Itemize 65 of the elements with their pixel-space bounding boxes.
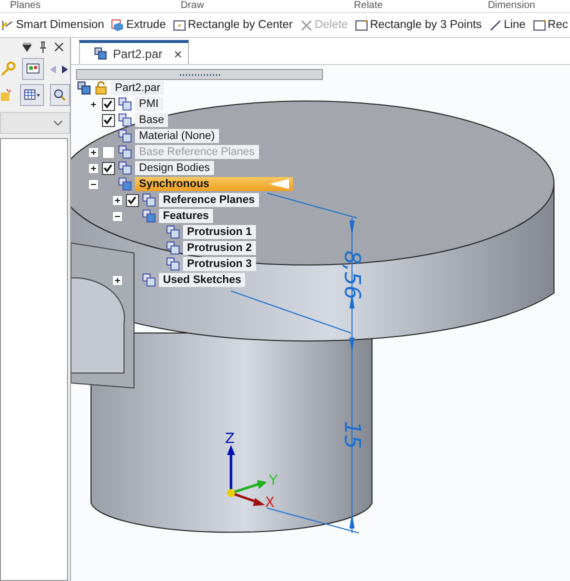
tree-item[interactable]: Synchronous — [135, 177, 293, 191]
tree-item[interactable]: Reference Planes — [159, 193, 259, 207]
expand-icon[interactable] — [88, 100, 98, 108]
document-tab[interactable]: Part2.par × — [79, 40, 189, 64]
node-icon — [142, 209, 156, 223]
node-icon — [166, 225, 180, 239]
axis-triad-icon — [227, 445, 267, 506]
chevron-icon — [53, 120, 63, 126]
checkbox[interactable] — [102, 162, 115, 174]
node-icon — [118, 177, 132, 191]
checkbox[interactable] — [102, 98, 115, 110]
ribbon-group-label: Dimension — [488, 0, 536, 12]
command-button[interactable]: Extrude — [110, 18, 167, 32]
node-icon — [118, 161, 132, 175]
node-icon — [118, 129, 132, 143]
tree-item[interactable]: Part2.par — [111, 81, 164, 95]
tab-title: Part2.par — [113, 46, 162, 60]
command-button[interactable]: Rectangle by 3 Points — [354, 18, 483, 32]
axis-label: X — [265, 495, 275, 511]
tree-item[interactable]: Base — [135, 113, 168, 127]
display-icon[interactable] — [22, 58, 44, 80]
rectangle-center-icon — [172, 18, 186, 32]
checkbox[interactable] — [102, 114, 115, 126]
rectangle-icon — [354, 18, 368, 32]
pointer-icon — [269, 179, 289, 189]
ribbon-group-label: Relate — [354, 0, 383, 12]
tree-item[interactable]: Used Sketches — [159, 273, 246, 287]
search-icon[interactable] — [50, 84, 70, 106]
grid-view-icon[interactable] — [20, 84, 44, 106]
part-icon — [77, 81, 91, 95]
tree-item[interactable]: Design Bodies — [135, 161, 214, 175]
dropdown-icon[interactable] — [22, 42, 32, 52]
node-icon — [166, 257, 180, 271]
node-icon — [142, 273, 156, 287]
tree-item[interactable]: Protrusion 3 — [183, 257, 256, 271]
node-icon — [118, 113, 132, 127]
axis-label: Z — [225, 431, 235, 447]
tree-item[interactable]: Features — [159, 209, 213, 223]
extrude-icon — [111, 18, 124, 32]
node-icon — [142, 193, 156, 207]
rectangle-icon — [532, 18, 546, 32]
delete-icon — [300, 18, 313, 32]
axis-label: Y — [269, 473, 278, 489]
checkbox[interactable] — [126, 194, 139, 206]
command-button[interactable]: Smart Dimension — [0, 18, 106, 32]
line-icon — [488, 18, 502, 32]
ribbon-group-label: Planes — [10, 0, 41, 12]
lock-icon — [94, 81, 108, 95]
command-button[interactable]: Rec — [532, 18, 570, 32]
command-button[interactable]: Line — [488, 18, 527, 32]
tree-item[interactable]: Protrusion 2 — [183, 241, 256, 255]
node-icon — [118, 145, 132, 159]
command-button[interactable]: Rectangle by Center — [172, 18, 294, 32]
scroll-right-icon[interactable] — [62, 64, 68, 74]
tree-item[interactable]: Protrusion 1 — [183, 225, 256, 239]
close-icon[interactable] — [54, 41, 64, 53]
dimension-icon — [1, 18, 14, 32]
part-icon — [94, 47, 107, 60]
ribbon-group-label: Draw — [180, 0, 204, 12]
tree-item[interactable]: Material (None) — [135, 129, 219, 143]
node-icon — [118, 97, 132, 111]
tree-item[interactable]: PMI — [135, 97, 163, 111]
pin-icon[interactable] — [38, 41, 48, 53]
node-icon — [166, 241, 180, 255]
tab-close-button[interactable]: × — [174, 46, 182, 62]
